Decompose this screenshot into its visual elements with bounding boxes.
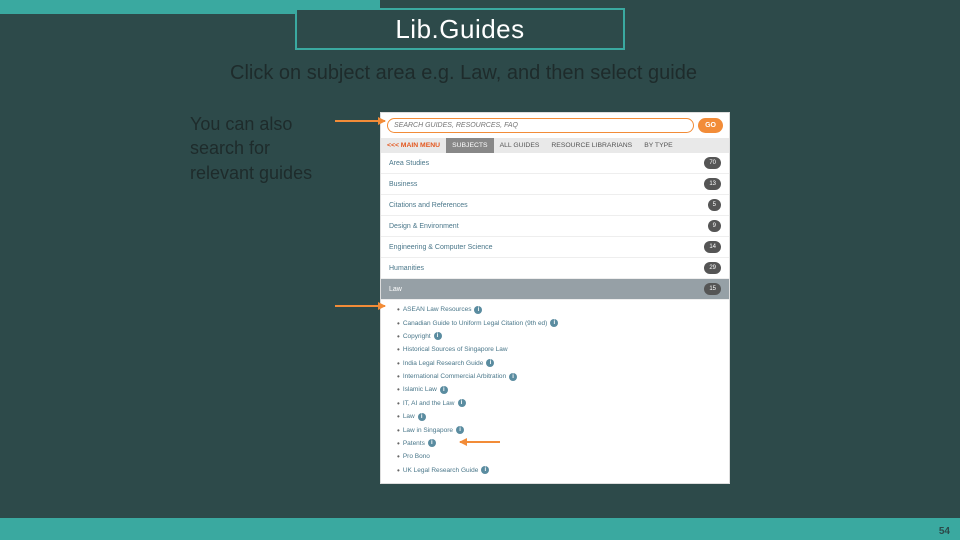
list-item-label: India Legal Research Guide <box>403 360 484 367</box>
tab-by-type[interactable]: BY TYPE <box>638 138 678 153</box>
category-label: Area Studies <box>389 160 429 167</box>
category-label: Citations and References <box>389 202 468 209</box>
info-icon[interactable]: i <box>418 413 426 421</box>
info-icon[interactable]: i <box>428 439 436 447</box>
main-menu-link[interactable]: <<< MAIN MENU <box>381 138 446 153</box>
tabs-row: <<< MAIN MENU SUBJECTS ALL GUIDES RESOUR… <box>381 138 729 153</box>
tab-subjects[interactable]: SUBJECTS <box>446 138 494 153</box>
list-item-label: Pro Bono <box>403 453 430 460</box>
category-label: Engineering & Computer Science <box>389 244 493 251</box>
accent-bar-bottom <box>0 518 960 540</box>
page-number: 54 <box>939 526 950 537</box>
category-business[interactable]: Business 13 <box>381 174 729 195</box>
go-button[interactable]: GO <box>698 118 723 133</box>
slide-left-note: You can also search for relevant guides <box>190 112 333 185</box>
list-item-label: Law in Singapore <box>403 427 453 434</box>
info-icon[interactable]: i <box>456 426 464 434</box>
search-row: GO <box>381 113 729 138</box>
slide-title: Lib.Guides <box>395 14 524 45</box>
info-icon[interactable]: i <box>458 399 466 407</box>
list-item-label: International Commercial Arbitration <box>403 373 506 380</box>
info-icon[interactable]: i <box>474 306 482 314</box>
list-item[interactable]: Islamic Lawi <box>397 383 721 396</box>
info-icon[interactable]: i <box>440 386 448 394</box>
category-law[interactable]: Law 15 <box>381 279 729 300</box>
list-item[interactable]: Law in Singaporei <box>397 423 721 436</box>
list-item-label: ASEAN Law Resources <box>403 306 472 313</box>
list-item-label: Copyright <box>403 333 431 340</box>
category-count-badge: 29 <box>704 262 721 274</box>
arrow-law-category <box>335 305 385 307</box>
category-citations-and-references[interactable]: Citations and References 5 <box>381 195 729 216</box>
arrow-search <box>335 120 385 122</box>
tab-resource-librarians[interactable]: RESOURCE LIBRARIANS <box>545 138 638 153</box>
list-item-label: Law <box>403 413 415 420</box>
search-input[interactable] <box>387 118 694 133</box>
category-design-environment[interactable]: Design & Environment 9 <box>381 216 729 237</box>
list-item[interactable]: Copyrighti <box>397 330 721 343</box>
category-label: Business <box>389 181 417 188</box>
category-count-badge: 9 <box>708 220 721 232</box>
list-item-label: UK Legal Research Guide <box>403 467 479 474</box>
list-item-label: Patents <box>403 440 425 447</box>
category-label: Humanities <box>389 265 424 272</box>
category-count-badge: 15 <box>704 283 721 295</box>
slide-title-box: Lib.Guides <box>295 8 625 50</box>
category-list: Area Studies 70 Business 13 Citations and Re… <box>381 153 729 300</box>
category-count-badge: 5 <box>708 199 721 211</box>
arrow-law-singapore <box>460 441 500 443</box>
list-item[interactable]: Lawi <box>397 410 721 423</box>
info-icon[interactable]: i <box>550 319 558 327</box>
category-count-badge: 13 <box>704 178 721 190</box>
list-item[interactable]: Canadian Guide to Uniform Legal Citation… <box>397 316 721 329</box>
list-item[interactable]: International Commercial Arbitrationi <box>397 370 721 383</box>
libguides-panel: GO <<< MAIN MENU SUBJECTS ALL GUIDES RES… <box>380 112 730 484</box>
category-count-badge: 70 <box>704 157 721 169</box>
list-item[interactable]: UK Legal Research Guidei <box>397 464 721 477</box>
category-label: Design & Environment <box>389 223 459 230</box>
info-icon[interactable]: i <box>509 373 517 381</box>
list-item-label: Historical Sources of Singapore Law <box>403 346 508 353</box>
list-item[interactable]: Pro Bono <box>397 450 721 463</box>
list-item[interactable]: ASEAN Law Resourcesi <box>397 303 721 316</box>
slide-subtitle: Click on subject area e.g. Law, and then… <box>230 62 697 85</box>
list-item[interactable]: IT, AI and the Lawi <box>397 397 721 410</box>
category-humanities[interactable]: Humanities 29 <box>381 258 729 279</box>
category-label: Law <box>389 286 402 293</box>
list-item[interactable]: Historical Sources of Singapore Law <box>397 343 721 356</box>
info-icon[interactable]: i <box>434 332 442 340</box>
list-item[interactable]: India Legal Research Guidei <box>397 357 721 370</box>
list-item-label: IT, AI and the Law <box>403 400 455 407</box>
list-item-label: Islamic Law <box>403 386 437 393</box>
list-item-label: Canadian Guide to Uniform Legal Citation… <box>403 320 548 327</box>
law-sublist: ASEAN Law ResourcesiCanadian Guide to Un… <box>381 300 729 483</box>
category-count-badge: 14 <box>704 241 721 253</box>
category-area-studies[interactable]: Area Studies 70 <box>381 153 729 174</box>
category-engineering-computer-science[interactable]: Engineering & Computer Science 14 <box>381 237 729 258</box>
tab-all-guides[interactable]: ALL GUIDES <box>494 138 546 153</box>
info-icon[interactable]: i <box>481 466 489 474</box>
info-icon[interactable]: i <box>486 359 494 367</box>
list-item[interactable]: Patentsi <box>397 437 721 450</box>
